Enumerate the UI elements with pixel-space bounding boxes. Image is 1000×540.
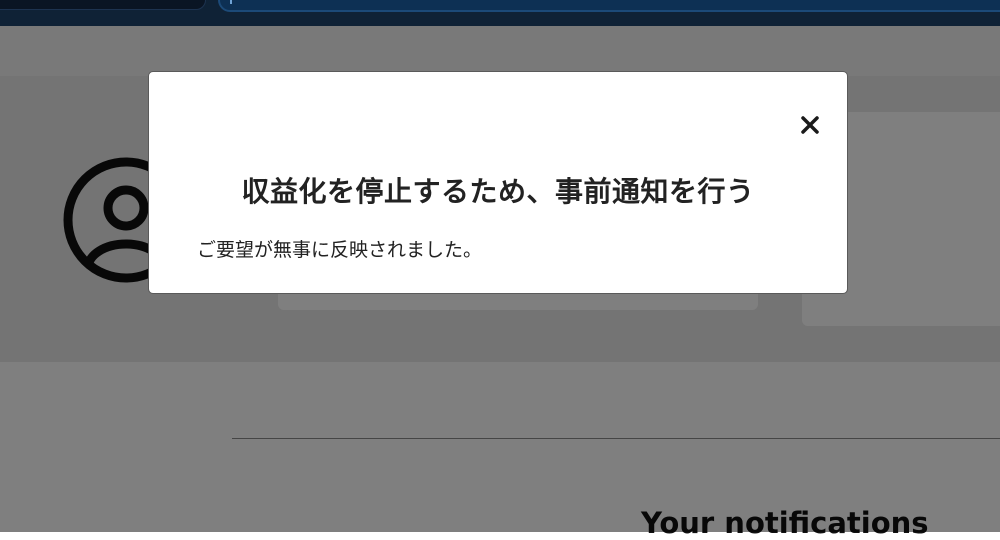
top-bar-left-control[interactable] <box>0 0 206 10</box>
close-icon <box>801 116 819 134</box>
top-bar <box>0 0 1000 26</box>
modal-message: ご要望が無事に反映されました。 <box>197 239 483 261</box>
modal-title: 収益化を停止するため、事前通知を行う <box>241 175 755 208</box>
top-bar-search-field[interactable] <box>218 0 1000 12</box>
text-cursor <box>230 0 232 4</box>
confirmation-modal: 収益化を停止するため、事前通知を行う ご要望が無事に反映されました。 <box>148 71 848 294</box>
close-button[interactable] <box>797 112 823 138</box>
